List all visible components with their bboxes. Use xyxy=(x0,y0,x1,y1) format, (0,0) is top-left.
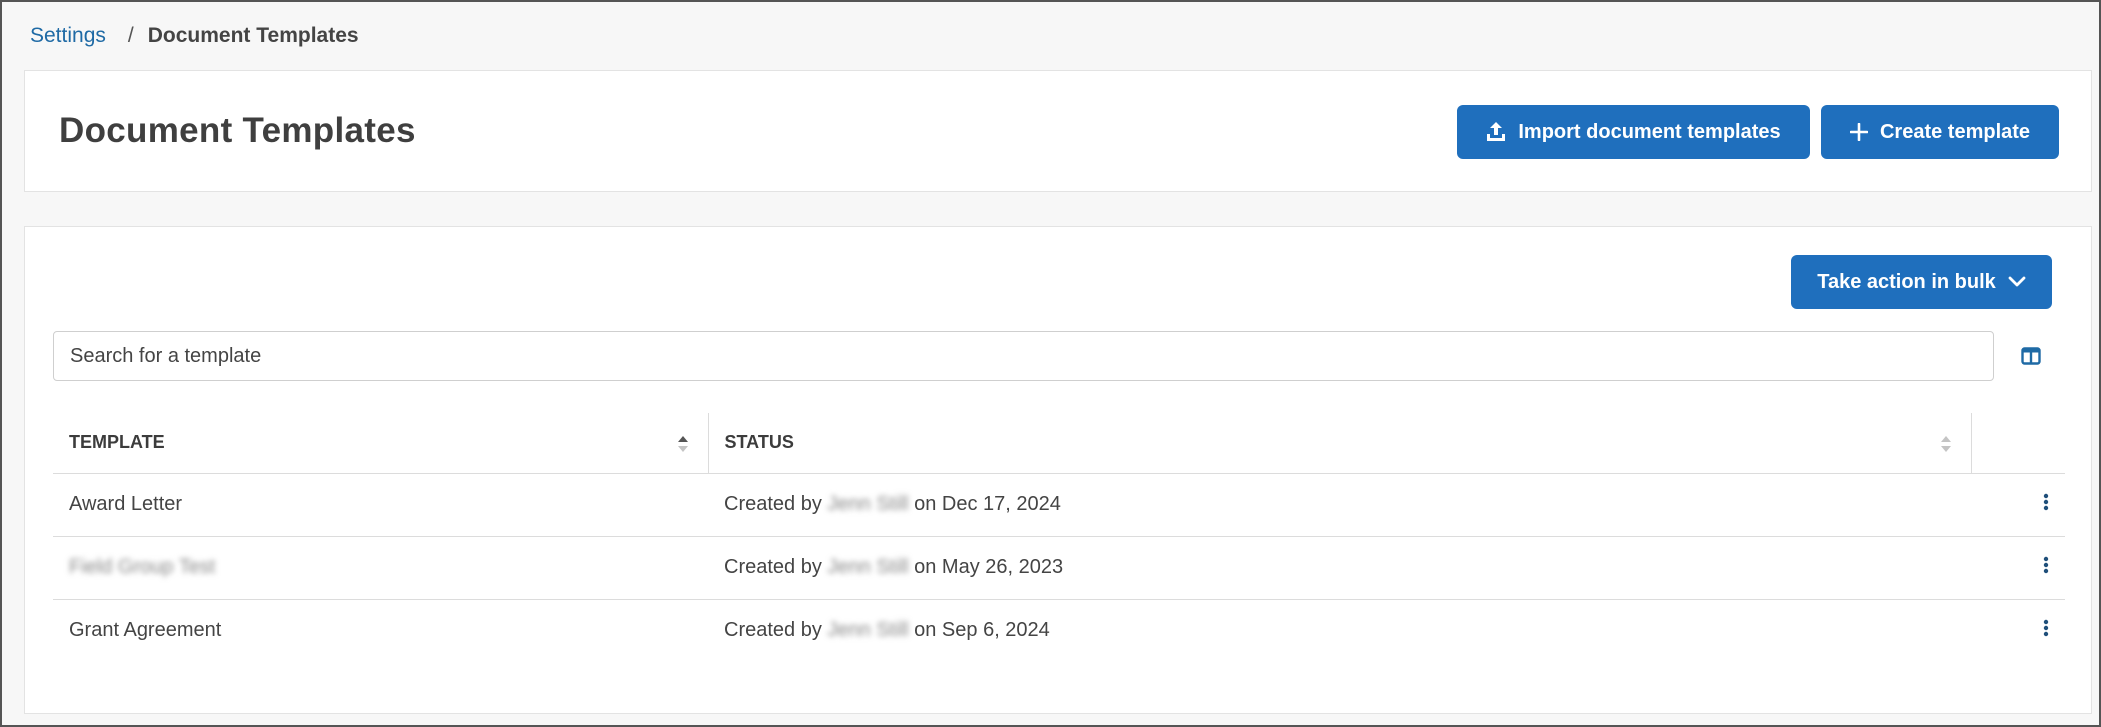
templates-panel: Take action in bulk Template xyxy=(24,226,2092,714)
status-prefix: Created by xyxy=(724,619,822,642)
sort-icon[interactable] xyxy=(1939,433,1953,455)
creator-name: Jenn Still xyxy=(827,493,909,515)
row-actions-cell xyxy=(1971,599,2065,662)
column-header-status-label: Status xyxy=(724,432,794,453)
row-actions-cell xyxy=(1971,536,2065,600)
page-title: Document Templates xyxy=(59,111,416,150)
chevron-down-icon xyxy=(2008,276,2026,287)
column-header-status[interactable]: Status xyxy=(708,413,1971,474)
sort-icon[interactable] xyxy=(676,433,690,455)
column-header-actions xyxy=(1970,413,2065,474)
search-input[interactable] xyxy=(53,331,1994,381)
status-prefix: Created by xyxy=(724,493,822,515)
import-templates-label: Import document templates xyxy=(1518,120,1781,143)
row-actions-cell xyxy=(1971,473,2065,537)
import-templates-button[interactable]: Import document templates xyxy=(1457,105,1810,159)
columns-icon xyxy=(2021,347,2041,365)
creator-name: Jenn Still xyxy=(827,556,909,578)
status-prefix: Created by xyxy=(724,556,822,578)
template-status: Created by Jenn Still on Dec 17, 2024 xyxy=(708,473,1971,537)
table-row[interactable]: Grant Agreement Created by Jenn Still on… xyxy=(53,599,2065,662)
breadcrumb-current: Document Templates xyxy=(147,24,359,47)
bulk-action-label: Take action in bulk xyxy=(1817,270,1996,293)
plus-icon xyxy=(1849,123,1868,141)
kebab-menu-icon[interactable] xyxy=(2043,619,2049,637)
page-header: Document Templates Import document templ… xyxy=(24,70,2092,192)
templates-table: Template Status Award Lett xyxy=(53,413,2065,662)
template-status: Created by Jenn Still on Sep 6, 2024 xyxy=(708,599,1971,662)
status-suffix: on Dec 17, 2024 xyxy=(914,493,1061,515)
template-status: Created by Jenn Still on May 26, 2023 xyxy=(708,536,1971,600)
breadcrumb-separator: / xyxy=(127,24,134,47)
column-settings-button[interactable] xyxy=(2018,343,2044,369)
breadcrumb-settings-link[interactable]: Settings xyxy=(30,24,106,48)
kebab-menu-icon[interactable] xyxy=(2043,556,2049,574)
creator-name: Jenn Still xyxy=(827,619,909,642)
create-template-label: Create template xyxy=(1879,120,2031,143)
breadcrumb: Settings / Document Templates xyxy=(30,24,359,48)
table-row[interactable]: Award Letter Created by Jenn Still on De… xyxy=(53,473,2065,537)
template-name-text: Field Group Test xyxy=(69,556,216,578)
column-header-template-label: Template xyxy=(69,432,165,453)
upload-icon xyxy=(1487,122,1506,141)
create-template-button[interactable]: Create template xyxy=(1821,105,2059,159)
template-name[interactable]: Grant Agreement xyxy=(53,599,708,662)
table-row[interactable]: Field Group Test Created by Jenn Still o… xyxy=(53,536,2065,600)
template-name[interactable]: Field Group Test xyxy=(53,536,708,600)
template-name[interactable]: Award Letter xyxy=(53,473,708,537)
bulk-action-button[interactable]: Take action in bulk xyxy=(1791,255,2052,309)
table-header-row: Template Status xyxy=(53,413,2065,474)
kebab-menu-icon[interactable] xyxy=(2043,493,2049,511)
column-header-template[interactable]: Template xyxy=(53,413,709,474)
status-suffix: on Sep 6, 2024 xyxy=(914,619,1050,642)
status-suffix: on May 26, 2023 xyxy=(914,556,1064,578)
